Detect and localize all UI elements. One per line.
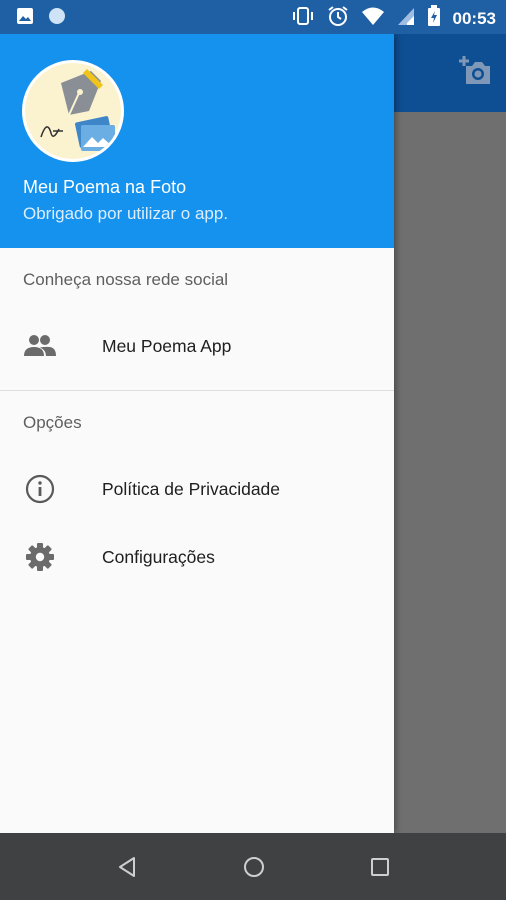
home-icon[interactable] (240, 853, 268, 881)
status-bar: 00:53 (0, 0, 506, 34)
clock: 00:53 (452, 8, 496, 28)
app-subtitle: Obrigado por utilizar o app. (23, 204, 229, 223)
people-icon (24, 330, 56, 362)
drawer-header: Meu Poema na Foto Obrigado por utilizar … (0, 34, 394, 248)
alarm-icon (327, 5, 349, 32)
gear-icon (24, 541, 56, 573)
section-header-social: Conheça nossa rede social (23, 270, 229, 289)
circle-icon (48, 7, 66, 30)
drawer-item-settings[interactable]: Configurações (0, 523, 394, 591)
signal-icon (397, 6, 415, 31)
navigation-drawer: Meu Poema na Foto Obrigado por utilizar … (0, 34, 394, 833)
vibrate-icon (291, 6, 315, 31)
add-photo-icon[interactable] (458, 56, 492, 91)
system-nav-bar (0, 833, 506, 900)
section-header-options: Opções (23, 413, 82, 432)
app-name: Meu Poema na Foto (23, 177, 187, 197)
drawer-item-label: Política de Privacidade (102, 478, 281, 499)
drawer-item-label: Meu Poema App (102, 335, 232, 356)
drawer-item-meu-poema-app[interactable]: Meu Poema App (0, 312, 394, 380)
app-logo (22, 60, 124, 162)
drawer-item-privacy-policy[interactable]: Política de Privacidade (0, 455, 394, 523)
back-icon[interactable] (113, 853, 141, 881)
wifi-icon (361, 6, 385, 31)
drawer-item-label: Configurações (102, 546, 215, 567)
battery-icon (427, 5, 441, 32)
recents-icon[interactable] (366, 853, 394, 881)
info-icon (24, 473, 56, 505)
image-icon (16, 7, 34, 30)
